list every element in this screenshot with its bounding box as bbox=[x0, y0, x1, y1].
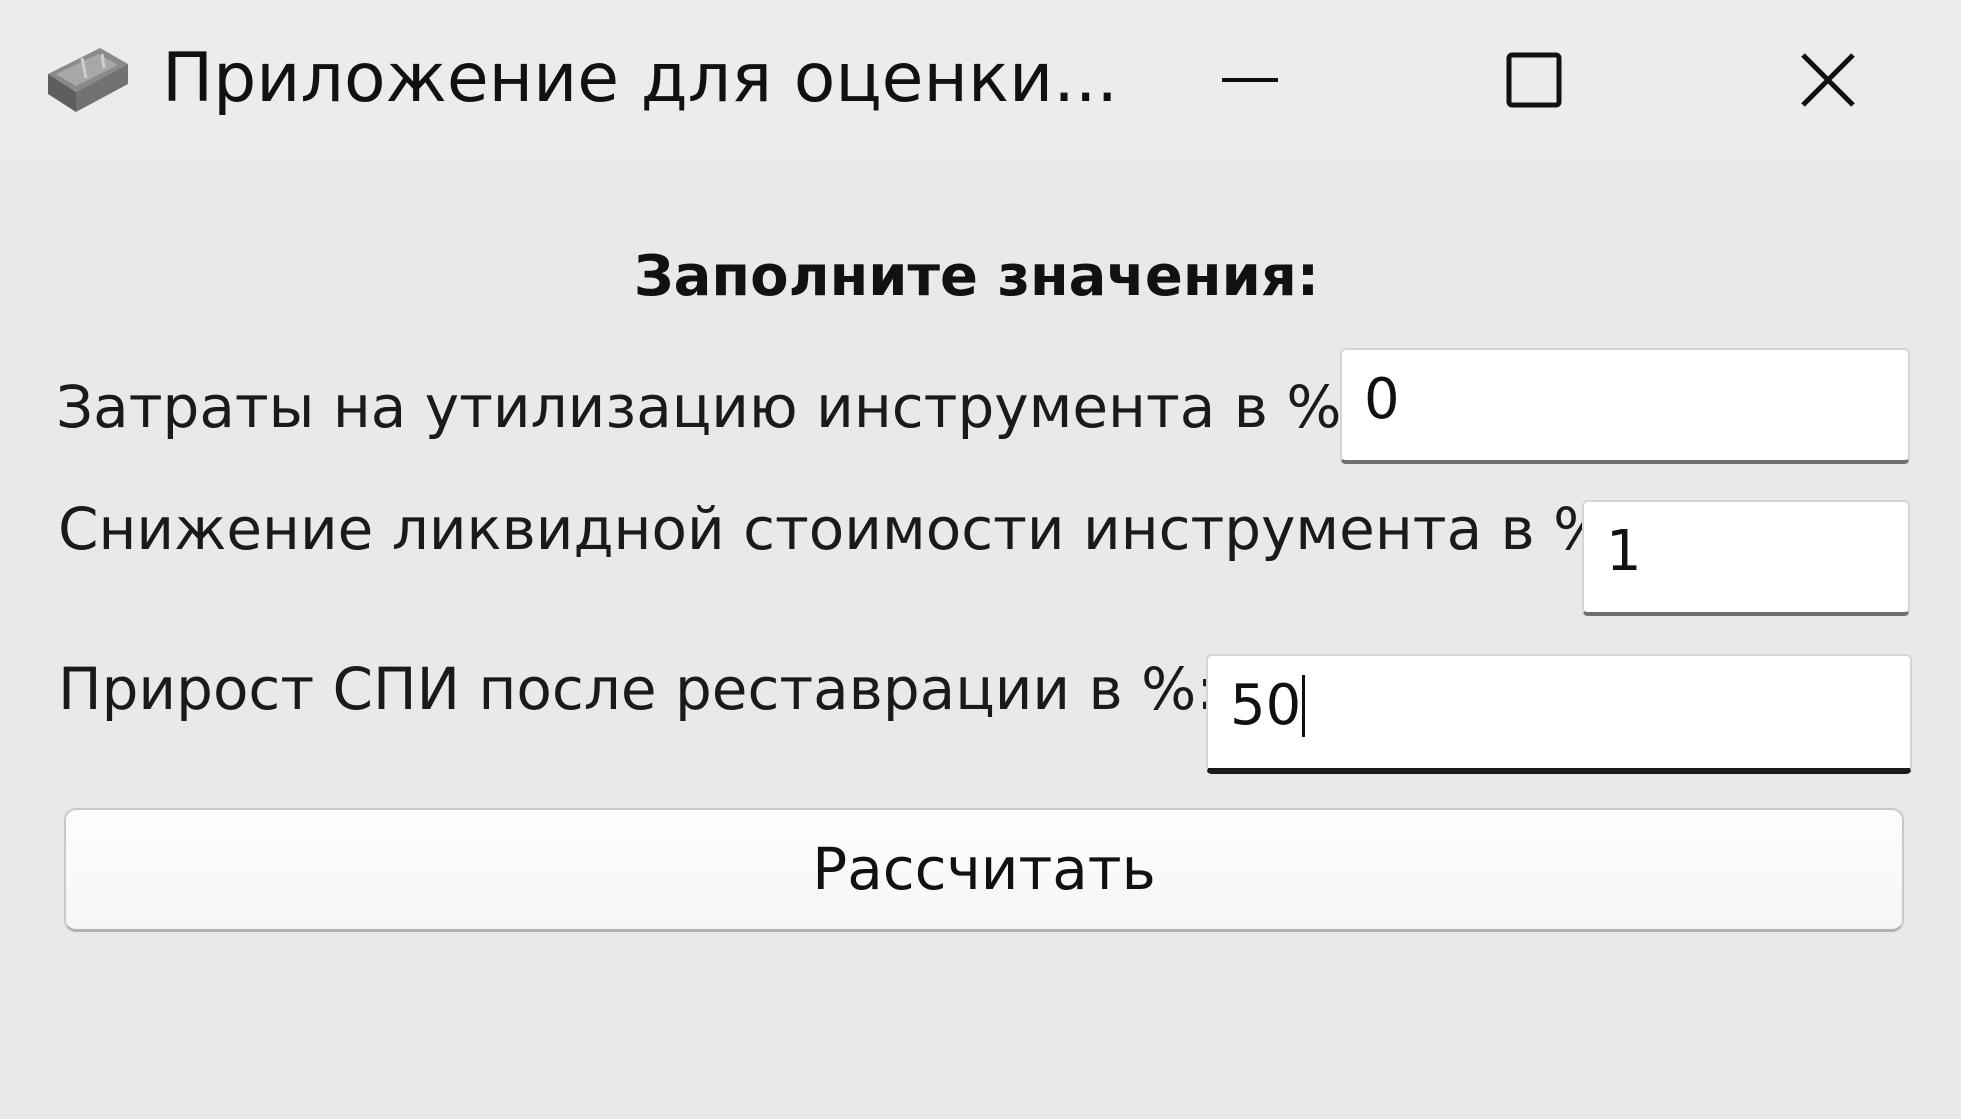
liquid-value-decrease-label: Снижение ликвидной стоимости инструмента… bbox=[58, 495, 1628, 563]
text-caret bbox=[1302, 674, 1306, 737]
form-panel: Заполните значения: Затраты на утилизаци… bbox=[0, 160, 1961, 1119]
app-icon bbox=[42, 34, 138, 120]
liquid-value-decrease-input[interactable]: 1 bbox=[1582, 500, 1910, 616]
minimize-icon bbox=[1222, 78, 1278, 82]
utilization-cost-value: 0 bbox=[1364, 367, 1400, 432]
close-button[interactable] bbox=[1758, 0, 1898, 160]
utilization-cost-input[interactable]: 0 bbox=[1340, 348, 1910, 464]
window-title: Приложение для оценки... bbox=[162, 39, 1119, 118]
utilization-cost-label: Затраты на утилизацию инструмента в %: bbox=[56, 373, 1361, 441]
maximize-icon bbox=[1506, 52, 1562, 108]
spi-increase-value: 50 bbox=[1230, 673, 1302, 738]
form-heading: Заполните значения: bbox=[633, 244, 1320, 309]
liquid-value-decrease-value: 1 bbox=[1606, 519, 1642, 584]
title-bar[interactable]: Приложение для оценки... bbox=[0, 0, 1961, 160]
close-icon bbox=[1801, 53, 1855, 107]
calculate-button[interactable]: Рассчитать bbox=[64, 808, 1904, 932]
spi-increase-input[interactable]: 50 bbox=[1206, 654, 1912, 774]
spi-increase-label: Прирост СПИ после реставрации в %: bbox=[58, 655, 1216, 723]
app-window: Приложение для оценки... Заполните значе… bbox=[0, 0, 1961, 1119]
minimize-button[interactable] bbox=[1180, 0, 1320, 160]
maximize-button[interactable] bbox=[1464, 0, 1604, 160]
